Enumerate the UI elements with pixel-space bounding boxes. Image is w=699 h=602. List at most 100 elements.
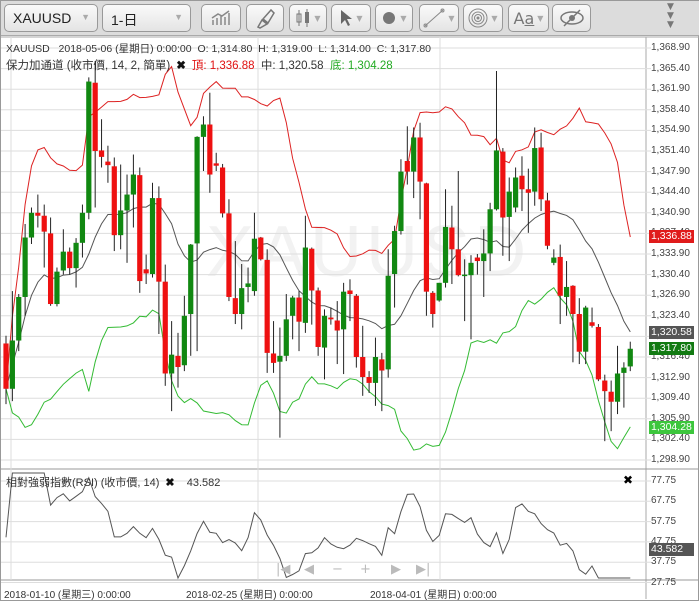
candle-up <box>181 315 187 366</box>
legend-close: C: 1,317.80 <box>376 43 431 55</box>
price-tick-label: 1,302.40 <box>651 433 690 445</box>
candle-up <box>321 315 328 348</box>
time-label: 2018-02-25 (星期日) 0:00:00 <box>186 590 313 601</box>
candle-up <box>245 283 251 287</box>
scroll-right-button[interactable]: ▶ <box>391 562 401 577</box>
candle-up <box>614 373 621 402</box>
candle-up <box>385 275 391 370</box>
candle-up <box>627 348 633 367</box>
candle-up <box>188 244 194 315</box>
candle-up <box>551 257 557 263</box>
candle-down <box>538 147 544 200</box>
candle-down <box>417 137 423 182</box>
candle-up <box>9 340 15 389</box>
candle-up <box>583 307 589 352</box>
price-tick-label: 1,354.90 <box>651 124 690 136</box>
candle-down <box>137 175 143 282</box>
candle-down <box>589 322 595 326</box>
candle-up <box>621 367 627 373</box>
candle-up <box>73 242 79 269</box>
candle-down <box>608 391 614 402</box>
candle-down <box>525 189 531 193</box>
candle-up <box>169 354 175 374</box>
close-rsi-panel-icon[interactable]: ✖ <box>623 473 633 487</box>
candle-up <box>79 212 86 243</box>
candle-down <box>270 353 277 363</box>
candle-down <box>576 314 582 352</box>
legend-low: L: 1,314.00 <box>318 43 371 55</box>
scroll-left-button[interactable]: ◀ <box>304 562 314 577</box>
price-tick-label: 1,298.90 <box>651 454 690 465</box>
candle-down <box>423 183 430 292</box>
price-tick-label: 1,344.40 <box>651 186 690 198</box>
candle-up <box>481 253 487 262</box>
price-tick-label: 1,312.90 <box>651 371 690 383</box>
candle-down <box>105 161 111 166</box>
candle-down <box>519 175 525 190</box>
candle-down <box>162 281 168 374</box>
candle-up <box>391 231 398 275</box>
candle-down <box>98 150 105 157</box>
scroll-to-start-button[interactable]: |◀ <box>276 562 290 577</box>
zoom-out-button[interactable]: − <box>332 562 343 577</box>
bollinger-mid: 中: 1,320.58 <box>260 60 324 72</box>
candle-down <box>47 233 54 305</box>
candle-down <box>41 215 47 232</box>
candle-down <box>315 290 321 347</box>
price-tick-label: 1,309.40 <box>651 392 690 404</box>
price-tick-label: 1,323.40 <box>651 309 690 321</box>
candle-down <box>111 166 117 236</box>
price-tick-label: 1,326.90 <box>651 289 690 301</box>
candle-up <box>124 194 130 211</box>
rsi-value: 43.582 <box>186 477 221 489</box>
candle-up <box>532 148 538 192</box>
candle-down <box>213 163 219 166</box>
price-tick-label: 1,368.90 <box>651 42 690 53</box>
price-tick-label: 1,330.40 <box>651 268 690 280</box>
zoom-in-button[interactable]: + <box>360 562 371 577</box>
candle-up <box>493 150 500 210</box>
remove-bollinger-icon[interactable]: ✖ <box>176 60 186 72</box>
candle-up <box>277 355 283 362</box>
candle-down <box>360 357 366 378</box>
candle-up <box>468 262 474 276</box>
candle-up <box>86 81 92 213</box>
candle-down <box>175 355 181 368</box>
rsi-tick-label: 37.75 <box>651 556 677 568</box>
bollinger-top: 頂: 1,336.88 <box>191 60 255 72</box>
rsi-tick-label: 27.75 <box>651 576 677 588</box>
candle-up <box>513 177 519 208</box>
candle-up <box>411 137 417 172</box>
price-tick-label: 1,351.40 <box>651 145 690 156</box>
candle-up <box>341 291 347 330</box>
price-chart[interactable] <box>1 1 699 602</box>
candle-up <box>239 288 245 315</box>
candle-down <box>602 380 608 392</box>
candle-up <box>506 191 512 217</box>
candle-up <box>436 282 442 301</box>
candle-down <box>232 298 238 315</box>
candle-up <box>302 247 308 323</box>
legend-high: H: 1,319.00 <box>258 43 313 55</box>
candle-down <box>474 257 480 262</box>
candle-up <box>290 297 296 316</box>
candle-up <box>130 174 136 195</box>
candle-down <box>3 343 9 389</box>
rsi-tick-label: 77.75 <box>651 475 677 486</box>
candle-up <box>200 124 207 137</box>
candle-down <box>557 256 563 296</box>
candle-down <box>449 227 455 250</box>
candle-down <box>309 248 315 291</box>
scroll-to-end-button[interactable]: ▶| <box>416 562 430 577</box>
candle-down <box>334 320 340 331</box>
candle-up <box>442 226 449 283</box>
candle-down <box>219 167 226 214</box>
remove-rsi-icon[interactable]: ✖ <box>165 477 174 489</box>
candle-up <box>60 251 66 271</box>
candle-down <box>264 259 270 353</box>
candle-down <box>404 161 410 172</box>
rsi-name: 相對強弱指數(RSI) (收市價, 14) <box>6 477 160 489</box>
candle-up <box>16 296 22 341</box>
candle-up <box>487 209 493 254</box>
candle-down <box>35 212 41 216</box>
